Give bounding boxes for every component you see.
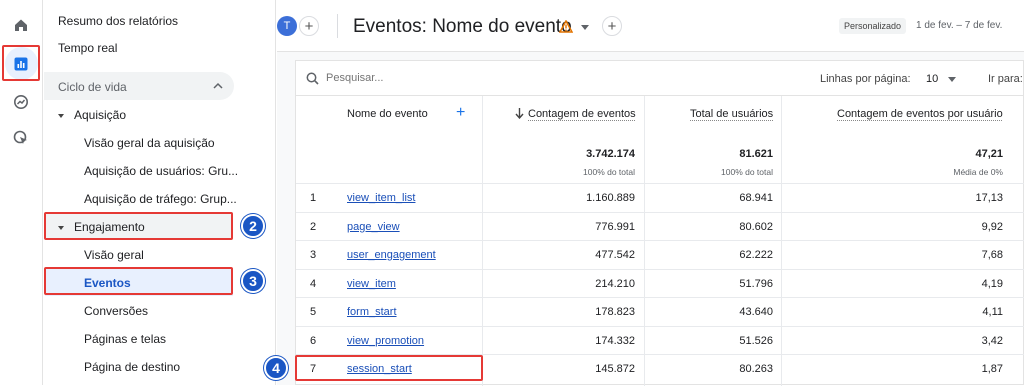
event-count-cell: 214.210: [595, 277, 635, 290]
per-user-cell: 4,11: [982, 306, 1003, 318]
total-users: 81.621: [739, 148, 773, 160]
row-index: 6: [310, 334, 317, 347]
chevron-up-icon: [213, 82, 223, 89]
home-icon[interactable]: [10, 14, 32, 36]
add-dimension-plus-icon[interactable]: +: [456, 104, 465, 122]
sort-arrow-down-icon[interactable]: [515, 108, 524, 119]
event-name-link[interactable]: view_item_list: [347, 192, 415, 204]
users-cell: 80.602: [739, 220, 773, 233]
plus-icon: +: [607, 17, 617, 35]
events-table-card: Linhas por página: 10 Ir para: Nome do e…: [295, 60, 1024, 386]
per-user-cell: 4,19: [981, 277, 1003, 290]
sidebar-item-landing-page[interactable]: Página de destino: [84, 360, 180, 374]
report-header: T + Eventos: Nome do evento + Personaliz…: [277, 0, 1024, 52]
date-range[interactable]: 1 de fev. – 7 de fev.: [916, 20, 1002, 31]
event-count-cell: 145.872: [595, 363, 635, 375]
table-row[interactable]: 5 form_start 178.823 43.640 4,11: [296, 297, 1024, 326]
search-input[interactable]: [326, 70, 526, 86]
event-count-cell: 1.160.889: [586, 192, 635, 204]
sidebar-item-conversions[interactable]: Conversões: [84, 304, 148, 318]
section-lifecycle-label: Ciclo de vida: [58, 80, 127, 94]
sidebar-item-acquisition-overview[interactable]: Visão geral da aquisição: [84, 136, 215, 150]
table-toolbar: Linhas por página: 10 Ir para:: [296, 61, 1024, 96]
main-content: T + Eventos: Nome do evento + Personaliz…: [277, 0, 1024, 386]
highlight-box-session-start: [295, 355, 483, 381]
event-count-cell: 174.332: [595, 334, 635, 347]
sidebar: Resumo dos relatórios Tempo real Ciclo d…: [44, 0, 276, 385]
goto-label: Ir para:: [988, 73, 1023, 85]
users-cell: 51.526: [739, 334, 773, 347]
users-cell: 43.640: [739, 306, 773, 318]
users-cell: 68.941: [739, 192, 773, 204]
table-header: Nome do evento + Contagem de eventos Tot…: [296, 96, 1024, 184]
sidebar-item-report-summary[interactable]: Resumo dos relatórios: [58, 14, 178, 28]
event-name-link[interactable]: page_view: [347, 221, 400, 233]
table-row[interactable]: 1 view_item_list 1.160.889 68.941 17,13: [296, 183, 1024, 212]
total-users-pct: 100% do total: [721, 167, 773, 177]
sidebar-item-user-acquisition[interactable]: Aquisição de usuários: Gru...: [84, 164, 238, 178]
explore-icon[interactable]: [10, 91, 32, 113]
date-mode-badge: Personalizado: [839, 18, 907, 34]
rows-per-page-label: Linhas por página:: [820, 73, 911, 85]
users-cell: 51.796: [739, 277, 773, 290]
event-count-cell: 178.823: [595, 306, 635, 318]
per-user-cell: 9,92: [981, 220, 1003, 233]
warning-icon[interactable]: [559, 20, 573, 33]
per-user-cell: 17,13: [975, 192, 1003, 204]
event-count-cell: 477.542: [595, 249, 635, 261]
total-events-per-user: 47,21: [975, 148, 1003, 160]
total-event-count-pct: 100% do total: [583, 167, 635, 177]
col-header-total-users[interactable]: Total de usuários: [690, 108, 773, 120]
event-name-link[interactable]: user_engagement: [347, 249, 436, 261]
event-name-link[interactable]: view_promotion: [347, 335, 424, 347]
event-name-link[interactable]: view_item: [347, 278, 396, 290]
col-header-event-name[interactable]: Nome do evento: [347, 108, 428, 120]
table-row[interactable]: 6 view_promotion 174.332 51.526 3,42: [296, 325, 1024, 355]
highlight-box-events: [44, 267, 233, 295]
highlight-box-reports: [2, 45, 40, 81]
col-header-events-per-user[interactable]: Contagem de eventos por usuário: [837, 108, 1003, 120]
plus-icon: +: [304, 17, 314, 35]
table-row[interactable]: 4 view_item 214.210 51.796 4,19: [296, 268, 1024, 298]
comparison-avatar[interactable]: T: [277, 16, 297, 36]
dropdown-caret-icon[interactable]: [581, 25, 589, 30]
step-badge-3: 3: [241, 269, 265, 293]
per-user-cell: 7,68: [981, 249, 1003, 261]
event-name-link[interactable]: form_start: [347, 306, 397, 318]
step-badge-2: 2: [241, 214, 265, 238]
sidebar-item-traffic-acquisition[interactable]: Aquisição de tráfego: Grup...: [84, 192, 237, 206]
row-index: 1: [310, 192, 317, 204]
sidebar-item-pages-screens[interactable]: Páginas e telas: [84, 332, 166, 346]
rows-per-page-select[interactable]: 10: [926, 73, 938, 85]
per-user-cell: 1,87: [981, 363, 1003, 375]
add-comparison-button[interactable]: +: [299, 16, 319, 36]
users-cell: 80.263: [739, 363, 773, 375]
chevron-down-icon[interactable]: [948, 77, 956, 82]
sidebar-item-overview[interactable]: Visão geral: [84, 248, 144, 262]
row-index: 3: [310, 249, 317, 261]
table-row[interactable]: 2 page_view 776.991 80.602 9,92: [296, 211, 1024, 241]
row-index: 5: [310, 306, 317, 318]
row-index: 4: [310, 277, 317, 290]
advertising-icon[interactable]: [10, 127, 32, 149]
add-title-button[interactable]: +: [602, 16, 622, 36]
search-icon: [306, 72, 319, 85]
page-title: Eventos: Nome do evento: [353, 16, 572, 37]
users-cell: 62.222: [739, 249, 773, 261]
highlight-box-engagement: [44, 212, 233, 240]
row-index: 2: [310, 220, 317, 233]
header-divider: [337, 14, 338, 38]
per-user-cell: 3,42: [981, 334, 1003, 347]
total-events-per-user-avg: Média de 0%: [953, 167, 1003, 177]
sidebar-item-acquisition[interactable]: Aquisição: [58, 108, 126, 122]
table-row[interactable]: 3 user_engagement 477.542 62.222 7,68: [296, 240, 1024, 269]
col-header-event-count[interactable]: Contagem de eventos: [528, 108, 636, 120]
event-count-cell: 776.991: [595, 220, 635, 233]
total-event-count: 3.742.174: [586, 148, 635, 160]
section-lifecycle[interactable]: Ciclo de vida: [44, 72, 234, 100]
step-badge-4: 4: [264, 356, 288, 380]
sidebar-item-realtime[interactable]: Tempo real: [58, 41, 117, 55]
caret-down-icon: [58, 113, 64, 118]
sidebar-item-acquisition-label: Aquisição: [74, 108, 127, 122]
